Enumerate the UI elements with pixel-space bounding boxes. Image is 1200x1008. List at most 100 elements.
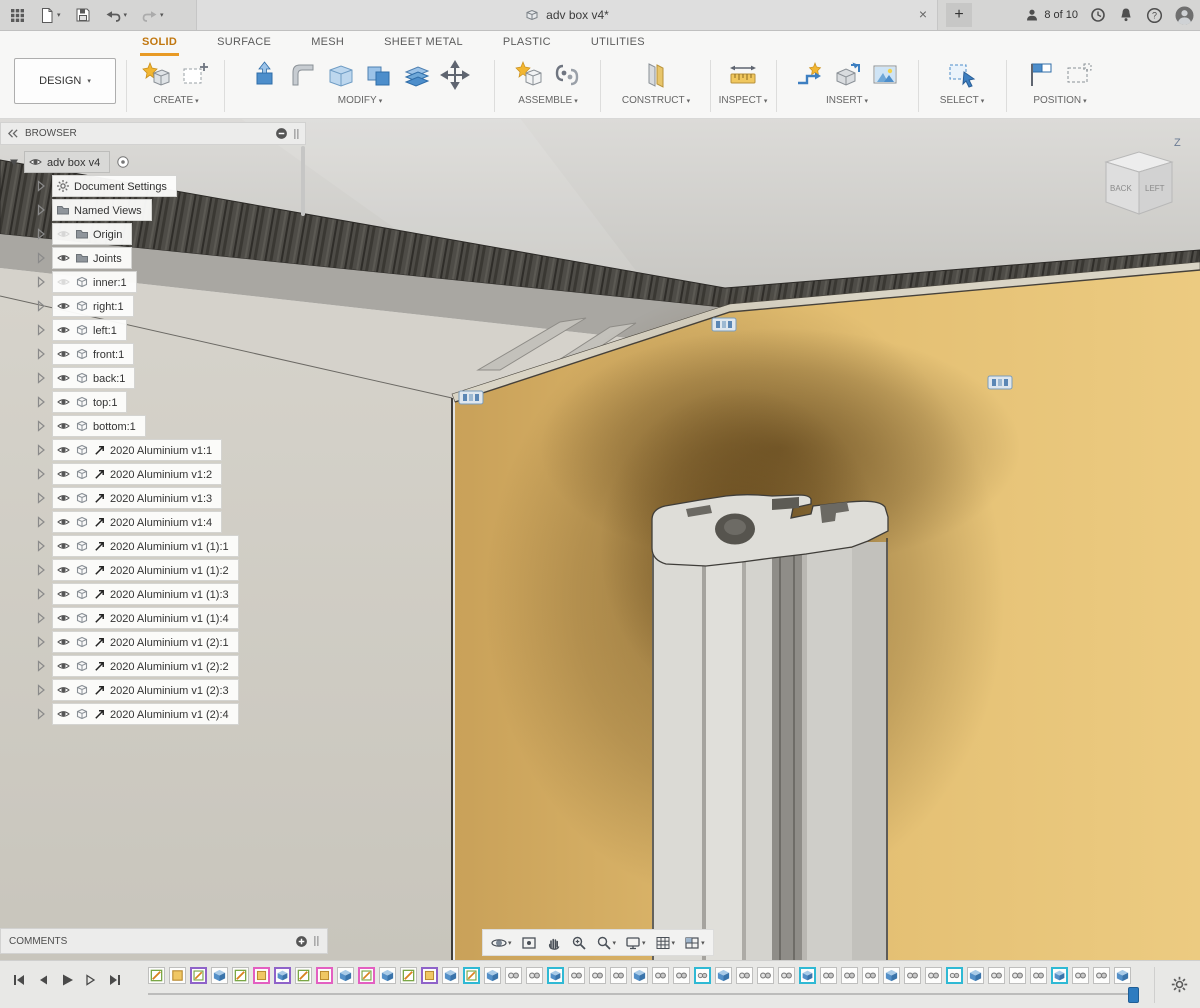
timeline-feature-extrude[interactable]: [715, 967, 732, 984]
expand-arrow-icon[interactable]: [36, 420, 48, 432]
extension-clock-icon[interactable]: [1090, 7, 1106, 23]
save-icon[interactable]: [69, 0, 97, 30]
comments-bar[interactable]: COMMENTS: [0, 928, 328, 954]
joint-origin-glyph[interactable]: [988, 376, 1012, 389]
display-settings-icon[interactable]: ▾: [622, 933, 649, 953]
revert-position-icon[interactable]: [1062, 58, 1096, 92]
browser-item-chip[interactable]: Document Settings: [52, 175, 177, 197]
timeline-feature-joint[interactable]: [862, 967, 879, 984]
visibility-eye-icon[interactable]: [56, 635, 71, 649]
panel-scroll-grip[interactable]: [294, 128, 299, 140]
browser-row[interactable]: back:1: [0, 366, 306, 390]
go-to-end-icon[interactable]: [108, 973, 122, 987]
visibility-eye-icon[interactable]: [56, 443, 71, 457]
timeline-feature-joint[interactable]: [1009, 967, 1026, 984]
browser-header[interactable]: BROWSER: [0, 122, 306, 145]
joint-origin-glyph[interactable]: [712, 318, 736, 331]
browser-item-chip[interactable]: back:1: [52, 367, 135, 389]
expand-arrow-icon[interactable]: [36, 588, 48, 600]
orbit-icon[interactable]: ▾: [488, 933, 515, 953]
zoom-window-icon[interactable]: [568, 933, 590, 953]
panel-scroll-grip[interactable]: [314, 935, 319, 947]
group-label[interactable]: CREATE▾: [132, 95, 220, 106]
timeline-feature-joint[interactable]: [610, 967, 627, 984]
browser-row[interactable]: bottom:1: [0, 414, 306, 438]
browser-row[interactable]: 2020 Aluminium v1 (2):3: [0, 678, 306, 702]
timeline-feature-joint[interactable]: [925, 967, 942, 984]
browser-item-chip[interactable]: right:1: [52, 295, 134, 317]
browser-item-chip[interactable]: front:1: [52, 343, 134, 365]
visibility-eye-icon[interactable]: [56, 275, 71, 289]
timeline-feature-joint[interactable]: [820, 967, 837, 984]
browser-root-row[interactable]: adv box v4: [0, 150, 306, 174]
timeline-feature-joint[interactable]: [778, 967, 795, 984]
browser-item-chip[interactable]: 2020 Aluminium v1:4: [52, 511, 222, 533]
expand-arrow-icon[interactable]: [36, 636, 48, 648]
expand-arrow-icon[interactable]: [36, 252, 48, 264]
collapse-panel-icon[interactable]: [7, 128, 19, 139]
browser-row[interactable]: Named Views: [0, 198, 306, 222]
timeline-feature-joint[interactable]: [841, 967, 858, 984]
timeline-feature-box[interactable]: [316, 967, 333, 984]
timeline-feature-joint[interactable]: [652, 967, 669, 984]
timeline-feature-joint[interactable]: [1072, 967, 1089, 984]
timeline-feature-sketch[interactable]: [148, 967, 165, 984]
timeline-feature-box[interactable]: [169, 967, 186, 984]
activate-component-radio-icon[interactable]: [116, 155, 130, 169]
browser-row[interactable]: 2020 Aluminium v1:2: [0, 462, 306, 486]
visibility-eye-icon[interactable]: [56, 347, 71, 361]
browser-item-chip[interactable]: 2020 Aluminium v1 (2):3: [52, 679, 239, 701]
expand-arrow-icon[interactable]: [36, 468, 48, 480]
visibility-eye-icon[interactable]: [56, 707, 71, 721]
timeline-feature-sketch[interactable]: [232, 967, 249, 984]
browser-item-chip[interactable]: top:1: [52, 391, 127, 413]
viewports-icon[interactable]: ▾: [681, 933, 708, 953]
timeline-feature-box[interactable]: [421, 967, 438, 984]
visibility-eye-icon[interactable]: [56, 563, 71, 577]
timeline-feature-extrude[interactable]: [442, 967, 459, 984]
new-tab-button[interactable]: +: [946, 3, 972, 27]
browser-item-chip[interactable]: 2020 Aluminium v1 (1):2: [52, 559, 239, 581]
redo-icon[interactable]: ▾: [135, 0, 170, 30]
expand-arrow-icon[interactable]: [36, 684, 48, 696]
visibility-eye-icon[interactable]: [56, 323, 71, 337]
job-status-button[interactable]: 8 of 10: [1024, 7, 1078, 23]
expand-arrow-icon[interactable]: [36, 300, 48, 312]
browser-row[interactable]: 2020 Aluminium v1:1: [0, 438, 306, 462]
expand-arrow-icon[interactable]: [36, 276, 48, 288]
visibility-eye-icon[interactable]: [56, 395, 71, 409]
timeline-feature-joint[interactable]: [904, 967, 921, 984]
expand-arrow-icon[interactable]: [36, 204, 48, 216]
browser-item-chip[interactable]: bottom:1: [52, 415, 146, 437]
insert-derive-icon[interactable]: [792, 58, 826, 92]
browser-row[interactable]: top:1: [0, 390, 306, 414]
visibility-eye-icon[interactable]: [56, 611, 71, 625]
expand-arrow-icon[interactable]: [36, 180, 48, 192]
browser-item-chip[interactable]: inner:1: [52, 271, 137, 293]
construct-plane-icon[interactable]: [639, 58, 673, 92]
timeline-feature-joint[interactable]: [589, 967, 606, 984]
group-label[interactable]: SELECT▾: [922, 95, 1002, 106]
measure-icon[interactable]: [726, 58, 760, 92]
expand-arrow-icon[interactable]: [36, 516, 48, 528]
visibility-eye-icon[interactable]: [56, 491, 71, 505]
timeline-feature-extrude[interactable]: [211, 967, 228, 984]
model-extrusion-2020[interactable]: [652, 495, 888, 960]
create-sketch-icon[interactable]: [178, 58, 212, 92]
browser-row[interactable]: 2020 Aluminium v1:4: [0, 510, 306, 534]
expand-arrow-icon[interactable]: [36, 228, 48, 240]
timeline-feature-extrude[interactable]: [883, 967, 900, 984]
combine-icon[interactable]: [362, 58, 396, 92]
visibility-eye-icon[interactable]: [56, 467, 71, 481]
browser-row[interactable]: Origin: [0, 222, 306, 246]
joint-origin-glyph[interactable]: [459, 391, 483, 404]
timeline-feature-extrude[interactable]: [1114, 967, 1131, 984]
timeline-feature-joint[interactable]: [736, 967, 753, 984]
browser-row[interactable]: right:1: [0, 294, 306, 318]
browser-row[interactable]: 2020 Aluminium v1 (1):1: [0, 534, 306, 558]
timeline-feature-extrude[interactable]: [379, 967, 396, 984]
browser-row[interactable]: 2020 Aluminium v1 (1):3: [0, 582, 306, 606]
expand-arrow-icon[interactable]: [36, 372, 48, 384]
browser-item-chip[interactable]: Named Views: [52, 199, 152, 221]
timeline-position-marker[interactable]: [1128, 987, 1139, 1003]
